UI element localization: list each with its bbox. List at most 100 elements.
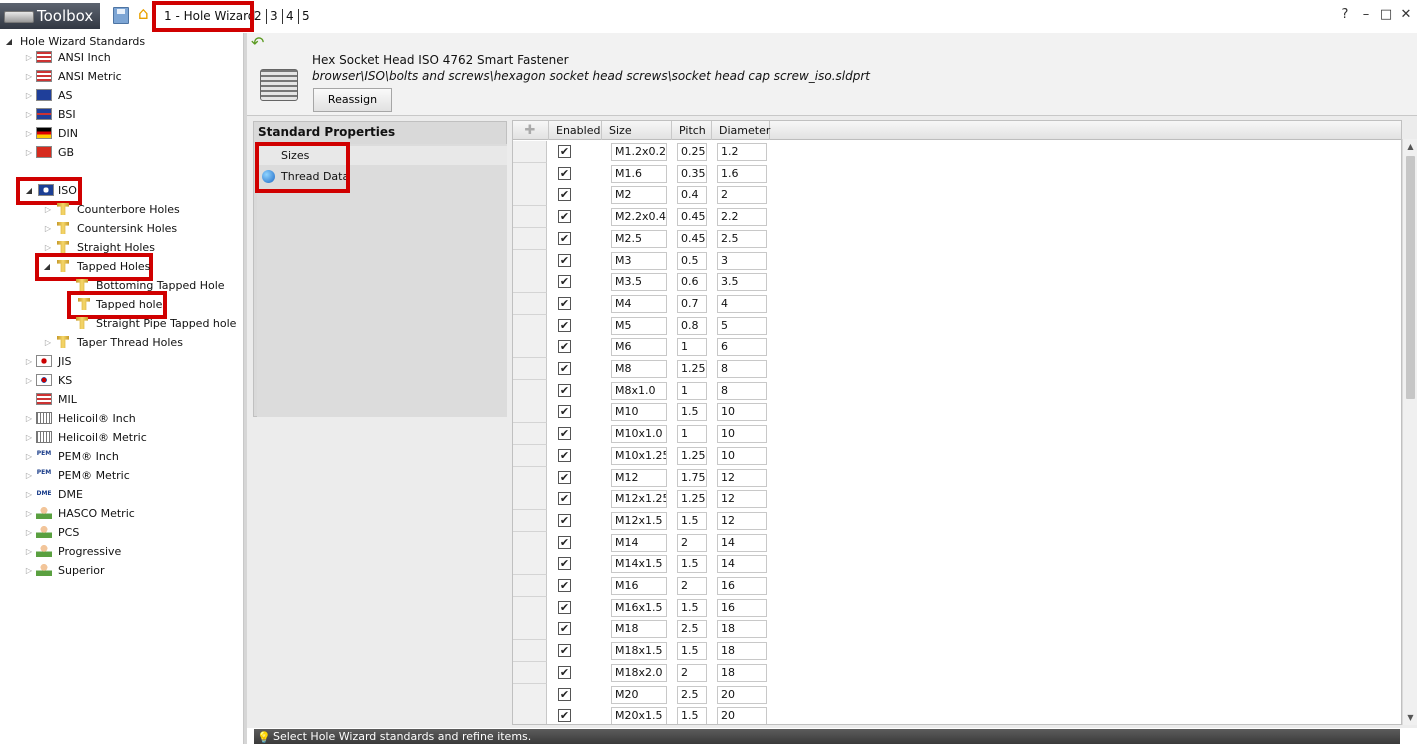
diameter-field[interactable]: 2: [717, 186, 767, 205]
expand-arrow-icon[interactable]: ◢: [42, 257, 52, 276]
row-header[interactable]: [513, 227, 547, 250]
tree-item-tapped-holes[interactable]: ◢ Tapped Holes: [35, 253, 153, 281]
enabled-checkbox[interactable]: ✔: [558, 492, 571, 506]
enabled-checkbox[interactable]: ✔: [558, 665, 571, 679]
enabled-checkbox[interactable]: ✔: [558, 427, 571, 441]
row-header[interactable]: [513, 618, 547, 641]
diameter-field[interactable]: 8: [717, 360, 767, 378]
row-header[interactable]: [513, 271, 547, 294]
pitch-field[interactable]: 0.6: [677, 273, 707, 292]
tab-3[interactable]: 3: [270, 5, 278, 28]
pitch-field[interactable]: 2.5: [677, 685, 707, 704]
pitch-field[interactable]: 1: [677, 425, 707, 444]
diameter-field[interactable]: 10: [717, 403, 767, 422]
pitch-field[interactable]: 1: [677, 338, 707, 357]
diameter-field[interactable]: 12: [717, 490, 767, 509]
pitch-field[interactable]: 0.7: [677, 294, 707, 313]
pitch-field[interactable]: 1.5: [677, 555, 707, 574]
tab-2[interactable]: 2: [254, 5, 262, 28]
enabled-checkbox[interactable]: ✔: [558, 383, 571, 397]
pitch-field[interactable]: 0.35: [677, 164, 707, 183]
tab-hole-wizard[interactable]: 1 - Hole Wizard: [152, 1, 255, 32]
size-field[interactable]: M16: [611, 577, 667, 595]
home-icon[interactable]: ⌂: [138, 5, 156, 23]
collapse-arrow-icon[interactable]: ▷: [24, 143, 34, 162]
diameter-field[interactable]: 18: [717, 642, 767, 661]
diameter-field[interactable]: 14: [717, 555, 767, 574]
collapse-arrow-icon[interactable]: ▷: [24, 542, 34, 561]
size-field[interactable]: M18x1.5: [611, 642, 667, 661]
grid-corner[interactable]: ✚: [513, 121, 549, 140]
collapse-arrow-icon[interactable]: ▷: [43, 333, 53, 352]
size-field[interactable]: M2.2x0.45: [611, 208, 667, 227]
size-field[interactable]: M12: [611, 468, 667, 487]
close-button[interactable]: ✕: [1398, 7, 1414, 23]
pitch-field[interactable]: 1.25: [677, 490, 707, 509]
diameter-field[interactable]: 12: [717, 511, 767, 530]
diameter-field[interactable]: 16: [717, 598, 767, 617]
enabled-checkbox[interactable]: ✔: [558, 470, 571, 484]
diameter-field[interactable]: 16: [717, 577, 767, 595]
scroll-thumb[interactable]: [1406, 156, 1415, 399]
expand-arrow-icon[interactable]: ◢: [4, 32, 14, 51]
pitch-field[interactable]: 1.5: [677, 511, 707, 530]
row-header[interactable]: [513, 292, 547, 315]
tree-item-tapped-hole[interactable]: Tapped hole: [67, 291, 167, 319]
size-field[interactable]: M2.5: [611, 229, 667, 248]
column-header-pitch[interactable]: Pitch: [672, 121, 712, 140]
row-header[interactable]: [513, 596, 547, 619]
row-header[interactable]: [513, 184, 547, 207]
row-header[interactable]: [513, 423, 547, 446]
enabled-checkbox[interactable]: ✔: [558, 318, 571, 332]
row-header[interactable]: [513, 358, 547, 380]
size-field[interactable]: M1.2x0.25: [611, 143, 667, 161]
diameter-field[interactable]: 2.2: [717, 208, 767, 227]
row-header[interactable]: [513, 705, 547, 724]
row-header[interactable]: [513, 466, 547, 489]
pitch-field[interactable]: 0.45: [677, 208, 707, 227]
enabled-checkbox[interactable]: ✔: [558, 231, 571, 245]
size-field[interactable]: M1.6: [611, 164, 667, 183]
row-header[interactable]: [513, 162, 547, 185]
enabled-checkbox[interactable]: ✔: [558, 166, 571, 180]
collapse-arrow-icon[interactable]: ▷: [24, 371, 34, 390]
diameter-field[interactable]: 12: [717, 468, 767, 487]
row-header[interactable]: [513, 336, 547, 359]
size-field[interactable]: M18x2.0: [611, 663, 667, 682]
enabled-checkbox[interactable]: ✔: [558, 188, 571, 202]
tree-item-iso[interactable]: ◢ ISO: [16, 177, 82, 205]
pitch-field[interactable]: 2.5: [677, 620, 707, 639]
enabled-checkbox[interactable]: ✔: [558, 340, 571, 354]
size-field[interactable]: M14: [611, 533, 667, 552]
pitch-field[interactable]: 2: [677, 577, 707, 595]
maximize-button[interactable]: □: [1378, 7, 1394, 23]
diameter-field[interactable]: 8: [717, 381, 767, 400]
pitch-field[interactable]: 1.5: [677, 642, 707, 661]
size-field[interactable]: M8: [611, 360, 667, 378]
row-header[interactable]: [513, 661, 547, 684]
enabled-checkbox[interactable]: ✔: [558, 535, 571, 549]
pitch-field[interactable]: 1.5: [677, 403, 707, 422]
enabled-checkbox[interactable]: ✔: [558, 362, 571, 375]
enabled-checkbox[interactable]: ✔: [558, 709, 571, 723]
scroll-up-icon[interactable]: ▲: [1403, 139, 1417, 154]
enabled-checkbox[interactable]: ✔: [558, 145, 571, 158]
diameter-field[interactable]: 1.2: [717, 143, 767, 161]
pitch-field[interactable]: 0.5: [677, 251, 707, 270]
size-field[interactable]: M3.5: [611, 273, 667, 292]
row-header[interactable]: [513, 509, 547, 532]
enabled-checkbox[interactable]: ✔: [558, 600, 571, 614]
collapse-arrow-icon[interactable]: ▷: [24, 409, 34, 428]
size-field[interactable]: M10x1.0: [611, 425, 667, 444]
diameter-field[interactable]: 18: [717, 620, 767, 639]
pitch-field[interactable]: 1.75: [677, 468, 707, 487]
size-field[interactable]: M10x1.25: [611, 446, 667, 465]
enabled-checkbox[interactable]: ✔: [558, 579, 571, 592]
collapse-arrow-icon[interactable]: ▷: [24, 466, 34, 485]
expand-arrow-icon[interactable]: ◢: [24, 181, 34, 200]
collapse-arrow-icon[interactable]: ▷: [24, 504, 34, 523]
pitch-field[interactable]: 1: [677, 381, 707, 400]
pitch-field[interactable]: 2: [677, 663, 707, 682]
collapse-arrow-icon[interactable]: ▷: [24, 48, 34, 67]
row-header[interactable]: [513, 444, 547, 467]
